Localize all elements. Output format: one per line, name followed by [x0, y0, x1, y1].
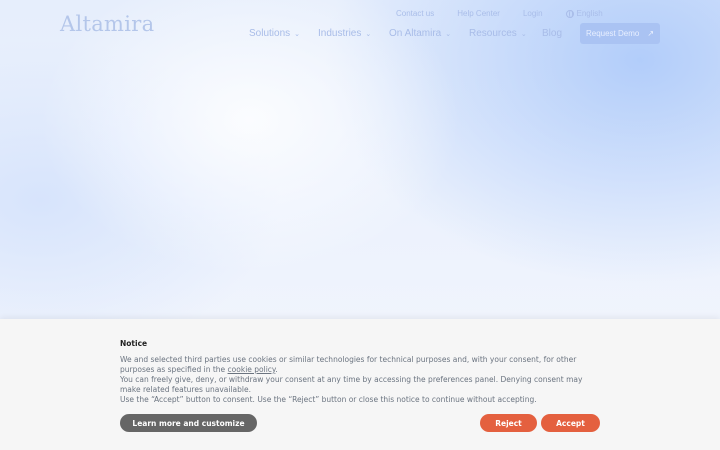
chevron-down-icon: ⌄: [365, 30, 372, 38]
nav-item-on-altamira[interactable]: On Altamira ⌄: [389, 28, 469, 39]
nav-item-blog[interactable]: Blog: [542, 28, 562, 39]
nav-item-label: Blog: [542, 28, 563, 39]
arrow-up-right-icon: ↗: [647, 29, 655, 38]
chevron-down-icon: ⌄: [445, 30, 452, 38]
cookie-notice-text: We and selected third parties use cookie…: [120, 355, 590, 405]
nav-item-resources[interactable]: Resources ⌄: [469, 28, 542, 39]
request-demo-button[interactable]: Request Demo ↗: [580, 23, 660, 44]
nav-item-label: Industries: [318, 28, 362, 39]
chevron-down-icon: ⌄: [520, 30, 527, 38]
main-nav: Solutions ⌄ Industries ⌄ On Altamira ⌄ R…: [249, 28, 562, 39]
help-center-link[interactable]: Help Center: [457, 9, 500, 18]
cookie-banner: Notice We and selected third parties use…: [0, 319, 720, 450]
cookie-paragraph-3: Use the “Accept” button to consent. Use …: [120, 395, 537, 404]
chevron-down-icon: ⌄: [294, 30, 301, 38]
cookie-policy-link[interactable]: cookie policy: [228, 365, 276, 374]
globe-icon: [565, 9, 574, 18]
nav-item-label: Resources: [469, 28, 517, 39]
reject-button[interactable]: Reject: [480, 414, 537, 432]
accept-button[interactable]: Accept: [541, 414, 600, 432]
cookie-text-part: We and selected third parties use cookie…: [120, 355, 577, 374]
language-selector[interactable]: English: [565, 9, 603, 18]
nav-item-label: Solutions: [249, 28, 291, 39]
cookie-text-part: .: [275, 365, 278, 374]
cookie-notice-title: Notice: [120, 339, 148, 348]
nav-item-industries[interactable]: Industries ⌄: [318, 28, 389, 39]
contact-us-link[interactable]: Contact us: [396, 9, 434, 18]
cookie-paragraph-1: We and selected third parties use cookie…: [120, 355, 590, 375]
utility-nav: Contact us Help Center Login English: [396, 9, 603, 18]
learn-more-customize-button[interactable]: Learn more and customize: [120, 414, 257, 432]
login-link[interactable]: Login: [523, 9, 543, 18]
cookie-paragraph-2: You can freely give, deny, or withdraw y…: [120, 375, 583, 394]
logo[interactable]: Altamira: [60, 12, 154, 36]
nav-item-label: On Altamira: [389, 28, 442, 39]
language-label: English: [576, 9, 603, 18]
nav-item-solutions[interactable]: Solutions ⌄: [249, 28, 318, 39]
request-demo-label: Request Demo: [585, 29, 640, 38]
